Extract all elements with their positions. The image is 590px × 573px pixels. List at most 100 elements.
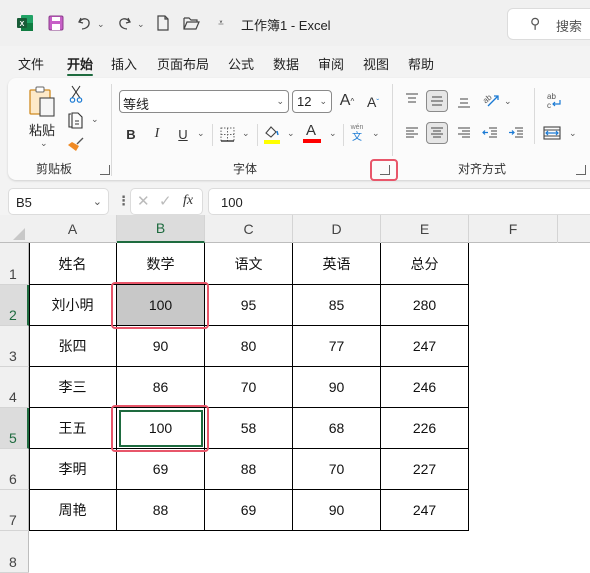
- paste-button[interactable]: 粘贴: [29, 120, 55, 139]
- align-center-icon[interactable]: [426, 122, 448, 144]
- open-folder-icon[interactable]: [182, 12, 202, 34]
- table-cell[interactable]: 68: [293, 408, 381, 449]
- table-cell[interactable]: 90: [293, 490, 381, 531]
- table-cell[interactable]: 李三: [29, 367, 117, 408]
- row-header-8[interactable]: 8: [0, 531, 29, 573]
- bold-button[interactable]: B: [124, 125, 138, 143]
- header-cell[interactable]: 语文: [205, 243, 293, 285]
- cut-icon[interactable]: [68, 85, 84, 103]
- fill-color-dropdown-icon[interactable]: ⌄: [287, 128, 295, 139]
- more-options-icon[interactable]: ⋮: [117, 193, 130, 209]
- table-cell[interactable]: 88: [205, 449, 293, 490]
- insert-function-button[interactable]: fx: [183, 193, 193, 209]
- fill-color-icon[interactable]: [263, 123, 281, 145]
- table-cell[interactable]: 90: [293, 367, 381, 408]
- header-cell[interactable]: 英语: [293, 243, 381, 285]
- font-name-select[interactable]: 等线 ⌄: [119, 90, 289, 113]
- orientation-icon[interactable]: ab: [481, 89, 501, 109]
- table-cell[interactable]: 58: [205, 408, 293, 449]
- column-header-a[interactable]: A: [29, 215, 117, 243]
- row-header-1[interactable]: 1: [0, 243, 29, 285]
- select-all-button[interactable]: [13, 228, 25, 240]
- wrap-text-icon[interactable]: ab c: [544, 90, 564, 112]
- alignment-dialog-launcher-icon[interactable]: [576, 165, 586, 175]
- align-right-icon[interactable]: [455, 124, 473, 142]
- save-icon[interactable]: [46, 12, 66, 34]
- paste-icon[interactable]: [28, 86, 58, 120]
- copy-icon[interactable]: [67, 111, 85, 129]
- decrease-font-size-button[interactable]: Aˇ: [364, 92, 382, 112]
- phonetic-guide-button[interactable]: wén 文: [348, 122, 366, 144]
- row-header-3[interactable]: 3: [0, 326, 29, 367]
- redo-dropdown-icon[interactable]: ⌄: [137, 19, 145, 30]
- table-cell[interactable]: 70: [205, 367, 293, 408]
- row-header-4[interactable]: 4: [0, 367, 29, 408]
- align-top-icon[interactable]: [403, 91, 421, 107]
- borders-icon[interactable]: [219, 125, 235, 143]
- column-header-e[interactable]: E: [381, 215, 469, 243]
- column-header-d[interactable]: D: [293, 215, 381, 243]
- table-cell[interactable]: 刘小明: [29, 285, 117, 326]
- table-cell[interactable]: 80: [205, 326, 293, 367]
- header-cell[interactable]: 姓名: [29, 243, 117, 285]
- table-cell[interactable]: 246: [381, 367, 469, 408]
- tab-data[interactable]: 数据: [273, 54, 299, 73]
- row-header-2[interactable]: 2: [0, 285, 29, 326]
- underline-dropdown-icon[interactable]: ⌄: [197, 128, 205, 139]
- table-cell[interactable]: 227: [381, 449, 469, 490]
- customize-qat-icon[interactable]: ⩡: [215, 12, 227, 34]
- new-file-icon[interactable]: [155, 12, 171, 34]
- underline-button[interactable]: U: [176, 125, 190, 143]
- row-header-6[interactable]: 6: [0, 449, 29, 490]
- table-cell[interactable]: 247: [381, 326, 469, 367]
- orientation-dropdown-icon[interactable]: ⌄: [504, 96, 512, 107]
- header-cell[interactable]: 总分: [381, 243, 469, 285]
- search-box[interactable]: ⚲ 搜索: [507, 8, 590, 40]
- table-cell[interactable]: 周艳: [29, 490, 117, 531]
- column-header-c[interactable]: C: [205, 215, 293, 243]
- borders-dropdown-icon[interactable]: ⌄: [242, 128, 250, 139]
- tab-review[interactable]: 审阅: [318, 54, 344, 73]
- table-cell[interactable]: 85: [293, 285, 381, 326]
- align-bottom-icon[interactable]: [455, 94, 473, 110]
- decrease-indent-icon[interactable]: [481, 124, 499, 142]
- undo-dropdown-icon[interactable]: ⌄: [97, 19, 105, 30]
- clipboard-dialog-launcher-icon[interactable]: [100, 165, 110, 175]
- redo-icon[interactable]: [115, 12, 133, 34]
- paste-dropdown-icon[interactable]: ⌄: [40, 138, 48, 149]
- font-color-button[interactable]: A: [303, 121, 321, 145]
- table-cell[interactable]: 李明: [29, 449, 117, 490]
- table-cell[interactable]: 226: [381, 408, 469, 449]
- table-cell[interactable]: 88: [117, 490, 205, 531]
- header-cell[interactable]: 数学: [117, 243, 205, 285]
- align-middle-icon[interactable]: [426, 90, 448, 112]
- table-cell[interactable]: 69: [205, 490, 293, 531]
- tab-home[interactable]: 开始: [67, 54, 93, 73]
- copy-dropdown-icon[interactable]: ⌄: [91, 114, 99, 125]
- tab-view[interactable]: 视图: [363, 54, 389, 73]
- formula-input[interactable]: 100: [208, 188, 590, 215]
- merge-dropdown-icon[interactable]: ⌄: [569, 128, 577, 139]
- table-cell[interactable]: 69: [117, 449, 205, 490]
- undo-icon[interactable]: [76, 12, 94, 34]
- merge-center-icon[interactable]: [542, 124, 562, 142]
- table-cell[interactable]: 280: [381, 285, 469, 326]
- font-size-select[interactable]: 12 ⌄: [292, 90, 332, 113]
- table-cell[interactable]: 90: [117, 326, 205, 367]
- align-left-icon[interactable]: [403, 124, 421, 142]
- table-cell[interactable]: 77: [293, 326, 381, 367]
- table-cell[interactable]: 王五: [29, 408, 117, 449]
- font-color-dropdown-icon[interactable]: ⌄: [329, 128, 337, 139]
- increase-font-size-button[interactable]: A ^: [337, 91, 357, 111]
- enter-icon[interactable]: ✓: [159, 192, 172, 210]
- table-cell[interactable]: 247: [381, 490, 469, 531]
- tab-page-layout[interactable]: 页面布局: [157, 54, 209, 73]
- row-header-7[interactable]: 7: [0, 490, 29, 531]
- name-box[interactable]: B5 ⌄: [8, 188, 109, 215]
- column-header-f[interactable]: F: [469, 215, 558, 243]
- column-header-b[interactable]: B: [117, 215, 205, 243]
- row-header-5[interactable]: 5: [0, 408, 29, 449]
- format-painter-icon[interactable]: [67, 136, 85, 154]
- tab-help[interactable]: 帮助: [408, 54, 434, 73]
- table-cell[interactable]: 70: [293, 449, 381, 490]
